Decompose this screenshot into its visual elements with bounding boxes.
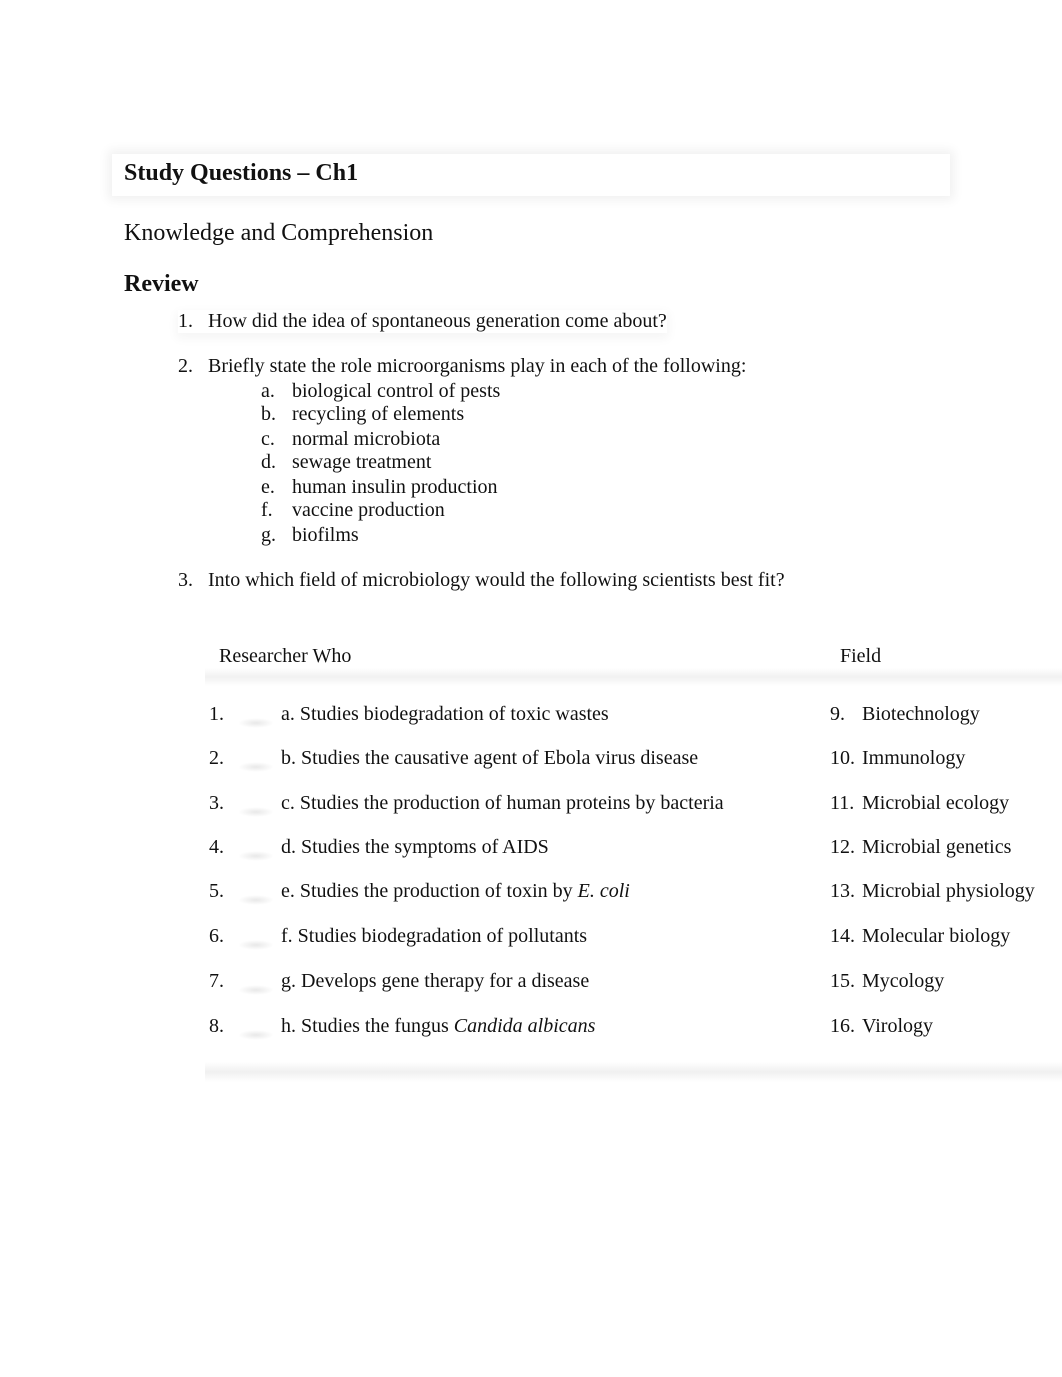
sub-item: a. biological control of pests bbox=[261, 380, 500, 403]
question-2: 2. Briefly state the role microorganisms … bbox=[178, 355, 746, 378]
field-number: 10. bbox=[830, 747, 855, 769]
sub-item-label: c. bbox=[261, 428, 275, 450]
description-text: g. Develops gene therapy for a disease bbox=[281, 970, 590, 992]
row-number: 1. bbox=[209, 703, 224, 725]
field-number: 11. bbox=[830, 792, 855, 814]
description-text: d. Studies the symptoms of AIDS bbox=[281, 836, 549, 858]
researcher-description: e. Studies the production of toxin by E.… bbox=[281, 880, 630, 903]
field-number: 9. bbox=[830, 703, 845, 725]
sub-item-label: f. bbox=[261, 499, 273, 521]
field-name: Biotechnology bbox=[862, 703, 980, 725]
row-number: 4. bbox=[209, 836, 224, 858]
question-3: 3. Into which field of microbiology would… bbox=[178, 569, 785, 592]
question-number: 3. bbox=[178, 569, 193, 591]
subsection-heading: Review bbox=[124, 271, 199, 297]
description-text: f. Studies biodegradation of pollutants bbox=[281, 925, 588, 947]
row-number: 3. bbox=[209, 792, 224, 814]
field-name: Mycology bbox=[862, 970, 945, 992]
row-number: 5. bbox=[209, 880, 224, 902]
sub-item-label: g. bbox=[261, 524, 276, 546]
field-name: Microbial genetics bbox=[862, 836, 1012, 858]
answer-blank[interactable] bbox=[238, 762, 274, 772]
row-number: 6. bbox=[209, 925, 224, 947]
question-text: Briefly state the role microorganisms pl… bbox=[208, 355, 747, 377]
row-number: 7. bbox=[209, 970, 224, 992]
table-footer-divider bbox=[205, 1062, 1062, 1082]
answer-blank[interactable] bbox=[238, 851, 274, 861]
field-number: 13. bbox=[830, 880, 855, 902]
question-number: 2. bbox=[178, 355, 193, 377]
section-heading: Knowledge and Comprehension bbox=[124, 220, 434, 246]
organism-name: Candida albicans bbox=[453, 1015, 596, 1037]
answer-blank[interactable] bbox=[238, 940, 274, 950]
sub-item-text: biofilms bbox=[292, 524, 359, 546]
description-text: a. Studies biodegradation of toxic waste… bbox=[281, 703, 609, 725]
description-text: c. Studies the production of human prote… bbox=[281, 792, 724, 814]
question-number: 1. bbox=[178, 310, 193, 332]
sub-item-text: human insulin production bbox=[292, 476, 498, 498]
sub-item: c. normal microbiota bbox=[261, 428, 440, 451]
question-text: Into which field of microbiology would t… bbox=[208, 569, 785, 591]
field-name: Microbial ecology bbox=[862, 792, 1010, 814]
answer-blank[interactable] bbox=[238, 985, 274, 995]
row-number: 2. bbox=[209, 747, 224, 769]
sub-item: d. sewage treatment bbox=[261, 451, 431, 474]
answer-blank[interactable] bbox=[238, 1030, 274, 1040]
field-name: Virology bbox=[862, 1015, 934, 1037]
sub-item: e. human insulin production bbox=[261, 476, 498, 499]
sub-item-label: a. bbox=[261, 380, 275, 402]
sub-item-text: recycling of elements bbox=[292, 403, 465, 425]
answer-blank[interactable] bbox=[238, 807, 274, 817]
sub-item: b. recycling of elements bbox=[261, 403, 464, 426]
field-number: 14. bbox=[830, 925, 855, 947]
column-header-field: Field bbox=[840, 645, 882, 667]
sub-item-text: vaccine production bbox=[292, 499, 445, 521]
answer-blank[interactable] bbox=[238, 895, 274, 905]
field-number: 15. bbox=[830, 970, 855, 992]
sub-item-text: normal microbiota bbox=[292, 428, 441, 450]
organism-name: E. coli bbox=[577, 880, 630, 902]
field-name: Microbial physiology bbox=[862, 880, 1035, 902]
sub-item-text: biological control of pests bbox=[292, 380, 501, 402]
row-number: 8. bbox=[209, 1015, 224, 1037]
question-text: How did the idea of spontaneous generati… bbox=[208, 310, 667, 332]
table-header-divider bbox=[205, 668, 1062, 686]
description-text: h. Studies the fungus bbox=[281, 1015, 454, 1037]
description-text: b. Studies the causative agent of Ebola … bbox=[281, 747, 699, 769]
researcher-description: g. Develops gene therapy for a disease bbox=[281, 970, 589, 993]
field-name: Molecular biology bbox=[862, 925, 1011, 947]
page-title: Study Questions – Ch1 bbox=[124, 160, 359, 186]
sub-item: f. vaccine production bbox=[261, 499, 445, 522]
sub-item: g. biofilms bbox=[261, 524, 359, 547]
sub-item-text: sewage treatment bbox=[292, 451, 432, 473]
researcher-description: h. Studies the fungus Candida albicans bbox=[281, 1015, 595, 1038]
researcher-description: c. Studies the production of human prote… bbox=[281, 792, 724, 815]
sub-item-label: e. bbox=[261, 476, 275, 498]
researcher-description: f. Studies biodegradation of pollutants bbox=[281, 925, 587, 948]
researcher-description: b. Studies the causative agent of Ebola … bbox=[281, 747, 698, 770]
answer-blank[interactable] bbox=[238, 718, 274, 728]
sub-item-label: d. bbox=[261, 451, 276, 473]
question-1: 1. How did the idea of spontaneous genera… bbox=[178, 310, 667, 333]
field-number: 16. bbox=[830, 1015, 855, 1037]
sub-item-label: b. bbox=[261, 403, 276, 425]
field-number: 12. bbox=[830, 836, 855, 858]
researcher-description: d. Studies the symptoms of AIDS bbox=[281, 836, 549, 859]
field-name: Immunology bbox=[862, 747, 966, 769]
column-header-researcher: Researcher Who bbox=[219, 645, 352, 667]
researcher-description: a. Studies biodegradation of toxic waste… bbox=[281, 703, 609, 726]
description-text: e. Studies the production of toxin by bbox=[281, 880, 578, 902]
